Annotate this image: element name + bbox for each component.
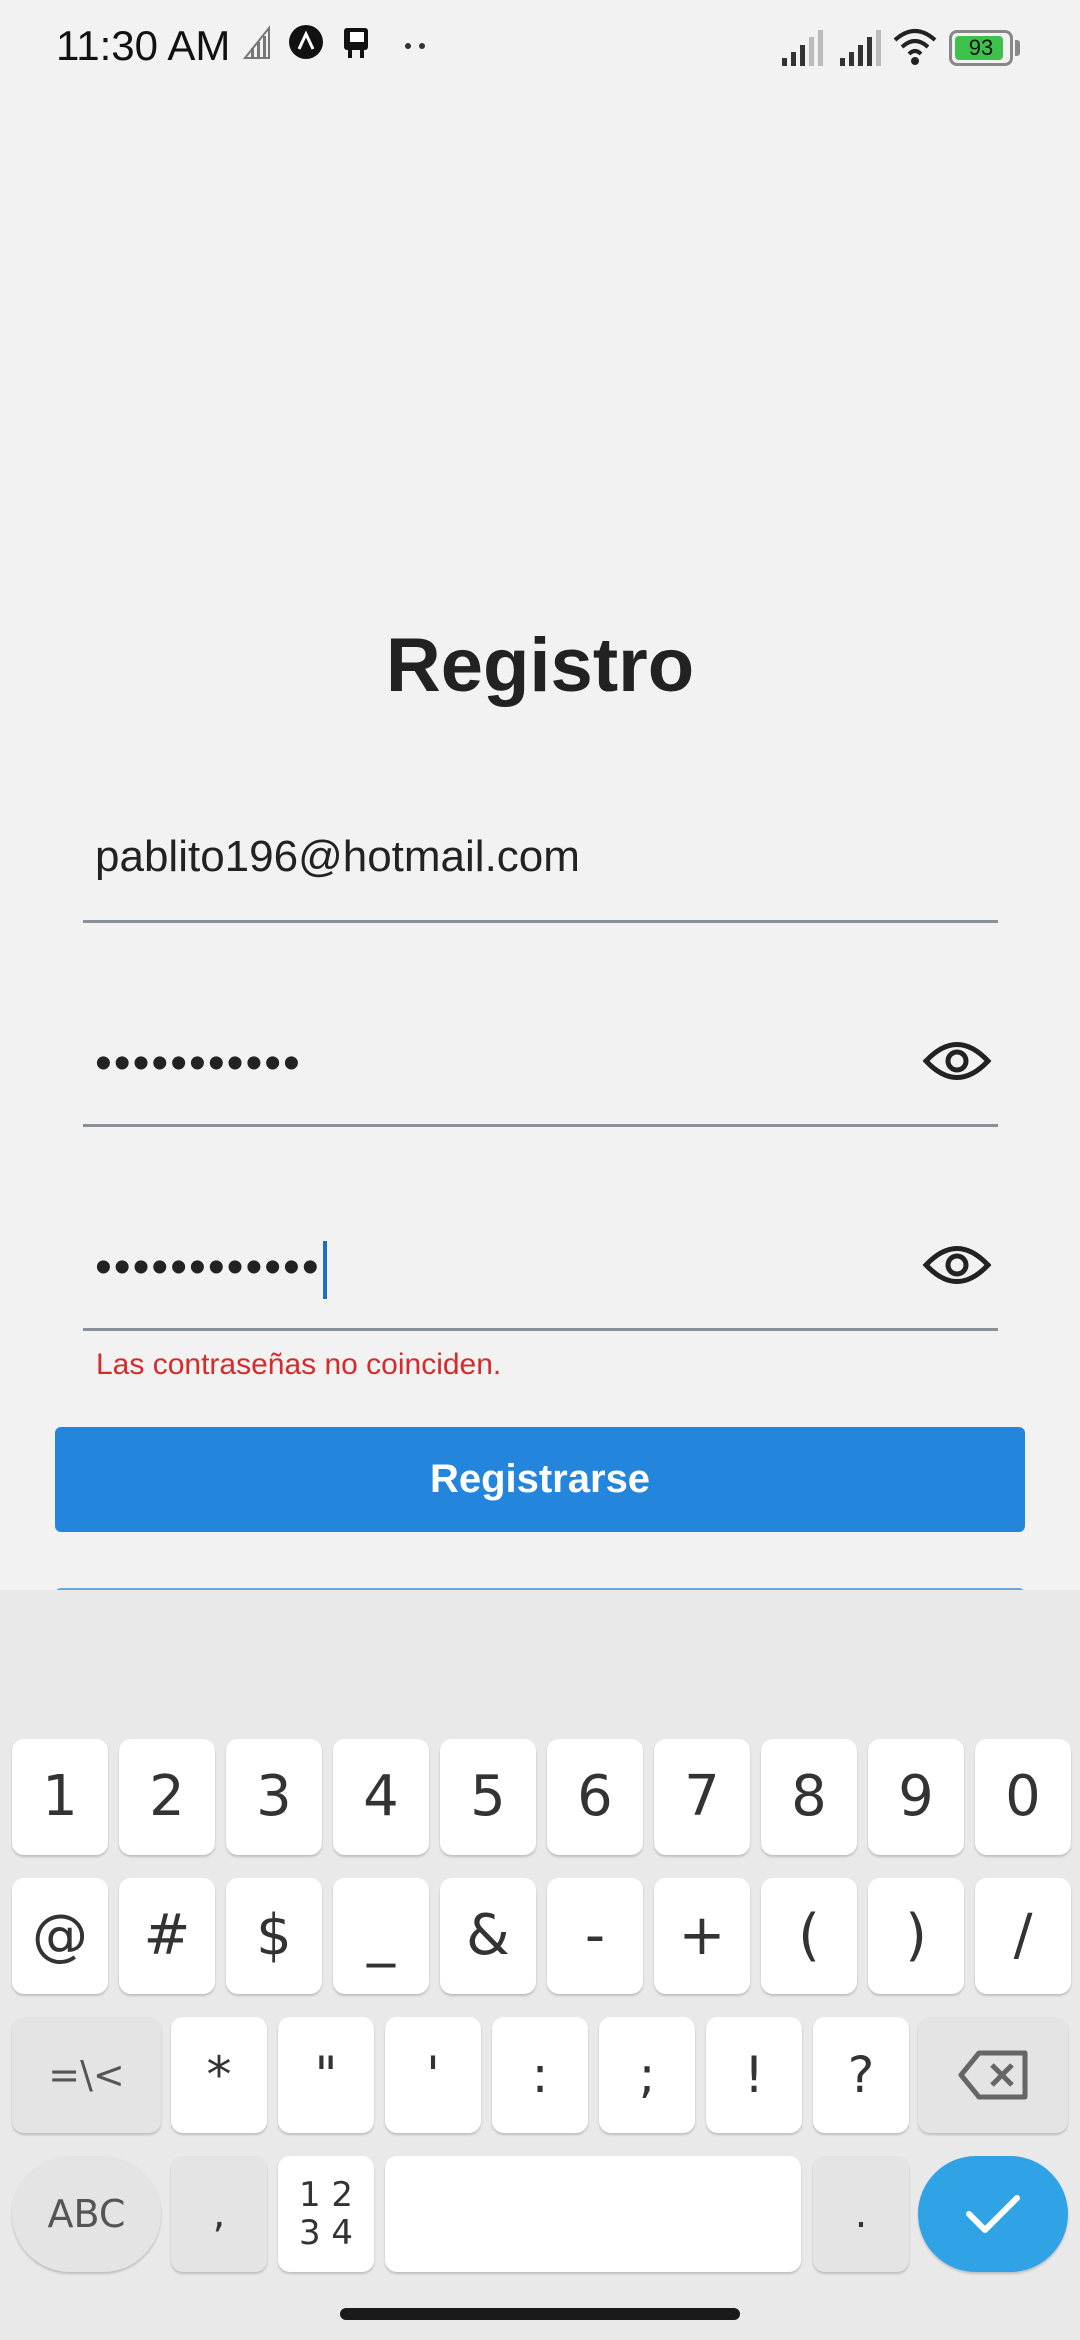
signal-off-icon [243,25,270,59]
password-underline [83,1124,998,1127]
signal-icon-2 [840,30,881,66]
key-colon[interactable]: : [492,2017,588,2133]
key-7[interactable]: 7 [654,1739,750,1855]
checkmark-icon [966,2195,1020,2233]
app-a-icon [289,25,323,59]
password-mismatch-error: Las contraseñas no coinciden. [96,1348,502,1381]
more-dots-icon [405,43,425,49]
status-time: 11:30 AM [56,22,231,69]
password-value: ••••••••••• [95,1037,302,1090]
home-indicator[interactable] [340,2308,740,2320]
app-b-icon [344,28,368,58]
key-at[interactable]: @ [12,1878,108,1994]
key-numpad[interactable]: 1 2 3 4 [278,2156,374,2272]
key-minus[interactable]: - [547,1878,643,1994]
key-exclamation[interactable]: ! [706,2017,802,2133]
wifi-icon [893,29,937,65]
key-3[interactable]: 3 [226,1739,322,1855]
key-semicolon[interactable]: ; [599,2017,695,2133]
key-5[interactable]: 5 [440,1739,536,1855]
battery-level: 93 [968,35,994,60]
key-more-symbols[interactable]: =\< [12,2017,161,2133]
confirm-password-underline [83,1328,998,1331]
backspace-icon [958,2050,1028,2100]
key-9[interactable]: 9 [868,1739,964,1855]
key-underscore[interactable]: _ [333,1878,429,1994]
key-close-paren[interactable]: ) [868,1878,964,1994]
key-numpad-top: 1 2 [298,2175,354,2215]
key-asterisk[interactable]: * [171,2017,267,2133]
key-4[interactable]: 4 [333,1739,429,1855]
confirm-password-value: •••••••••••• [95,1241,321,1294]
email-value: pablito196@hotmail.com [95,832,580,881]
key-6[interactable]: 6 [547,1739,643,1855]
key-comma[interactable]: , [171,2156,267,2272]
key-slash[interactable]: / [975,1878,1071,1994]
email-field[interactable]: pablito196@hotmail.com [83,820,998,924]
key-dollar[interactable]: $ [226,1878,322,1994]
password-field[interactable]: ••••••••••• [83,1018,998,1128]
register-button[interactable]: Registrarse [55,1427,1025,1532]
key-1[interactable]: 1 [12,1739,108,1855]
status-bar: 11:30 AM 93 [0,0,1080,96]
key-single-quote[interactable]: ' [385,2017,481,2133]
key-hash[interactable]: # [119,1878,215,1994]
page-title: Registro [385,623,695,708]
key-0[interactable]: 0 [975,1739,1071,1855]
email-underline [83,920,998,923]
key-8[interactable]: 8 [761,1739,857,1855]
signal-icon [782,30,823,66]
key-double-quote[interactable]: " [278,2017,374,2133]
backspace-key[interactable] [918,2017,1068,2133]
confirm-password-field[interactable]: •••••••••••• [83,1222,998,1332]
show-confirm-password-eye-icon[interactable] [922,1238,992,1292]
key-2[interactable]: 2 [119,1739,215,1855]
space-key[interactable] [385,2156,801,2272]
key-period[interactable]: . [813,2156,909,2272]
enter-key[interactable] [918,2156,1068,2272]
text-cursor [322,1241,327,1300]
battery-icon: 93 [949,30,1013,66]
key-plus[interactable]: + [654,1878,750,1994]
key-open-paren[interactable]: ( [761,1878,857,1994]
key-question[interactable]: ? [813,2017,909,2133]
key-ampersand[interactable]: & [440,1878,536,1994]
key-abc[interactable]: ABC [12,2156,161,2272]
show-password-eye-icon[interactable] [922,1034,992,1088]
key-numpad-bottom: 3 4 [298,2213,354,2253]
symbol-keyboard: 1 2 3 4 5 6 7 8 9 0 @ # $ _ & - + ( ) / … [0,1590,1080,2340]
